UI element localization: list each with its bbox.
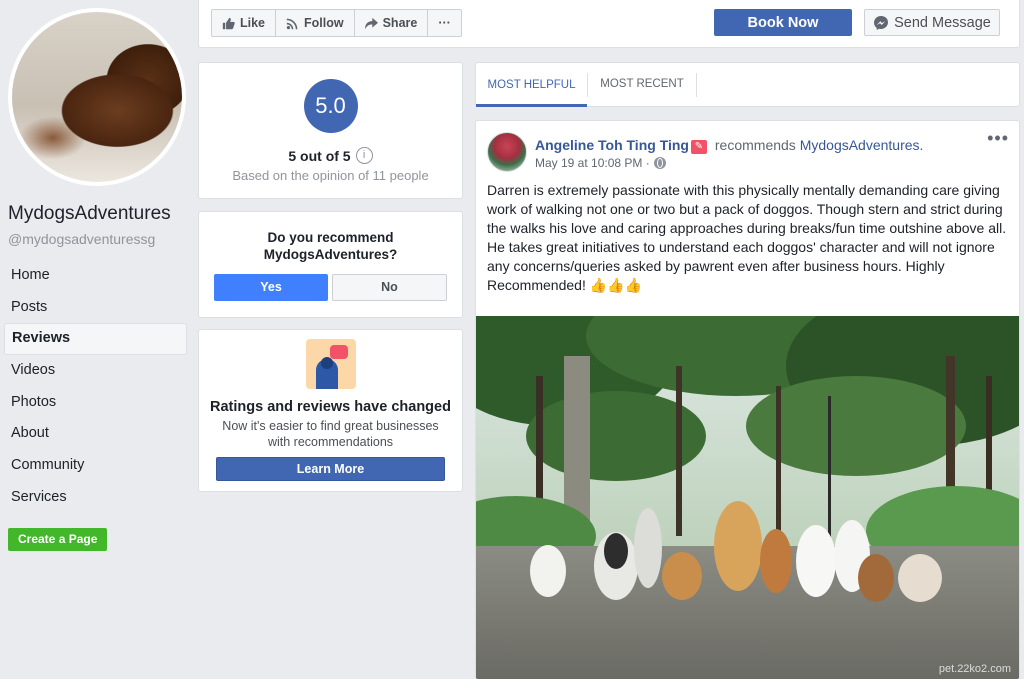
post-timestamp[interactable]: May 19 at 10:08 PM · bbox=[535, 156, 666, 170]
page-name[interactable]: MydogsAdventures bbox=[8, 203, 171, 225]
author-avatar[interactable] bbox=[487, 132, 527, 172]
post-verb: recommends bbox=[714, 137, 796, 153]
rating-summary-card: 5.0 5 out of 5 i Based on the opinion of… bbox=[198, 62, 463, 199]
page-actions: Like Follow Share ··· bbox=[211, 9, 462, 37]
recommend-choices: Yes No bbox=[214, 274, 447, 301]
recommended-page-link[interactable]: MydogsAdventures. bbox=[800, 137, 924, 153]
share-label: Share bbox=[382, 16, 418, 30]
post-options-icon[interactable]: ••• bbox=[987, 129, 1009, 147]
sidebar-item-about[interactable]: About bbox=[4, 418, 187, 450]
share-arrow-icon bbox=[364, 17, 378, 29]
review-post: Angeline Toh Ting Ting ✎ recommends Mydog… bbox=[475, 120, 1020, 679]
profile-picture[interactable] bbox=[8, 8, 186, 186]
yes-button[interactable]: Yes bbox=[214, 274, 328, 301]
ratings-changed-card: Ratings and reviews have changed Now it'… bbox=[198, 329, 463, 492]
more-options-button[interactable]: ··· bbox=[428, 10, 461, 36]
tab-most-recent[interactable]: MOST RECENT bbox=[588, 63, 696, 107]
rss-follow-icon bbox=[286, 18, 298, 29]
recommend-question: Do you recommend MydogsAdventures? bbox=[263, 230, 398, 262]
sidebar-item-home[interactable]: Home bbox=[4, 260, 187, 292]
page-action-bar: Like Follow Share ··· Book Now Send Mess… bbox=[198, 0, 1020, 48]
post-header: Angeline Toh Ting Ting ✎ recommends Mydog… bbox=[535, 137, 923, 154]
follow-button[interactable]: Follow bbox=[276, 10, 355, 36]
messenger-icon bbox=[874, 15, 889, 30]
book-now-button[interactable]: Book Now bbox=[714, 9, 852, 36]
send-message-label: Send Message bbox=[894, 14, 991, 31]
send-message-button[interactable]: Send Message bbox=[864, 9, 1000, 36]
sidebar-item-community[interactable]: Community bbox=[4, 450, 187, 482]
rating-out-of: 5 out of 5 i bbox=[199, 147, 462, 164]
author-name-link[interactable]: Angeline Toh Ting Ting bbox=[535, 137, 689, 153]
recommendation-badge-icon: ✎ bbox=[691, 140, 707, 154]
recommend-card: Do you recommend MydogsAdventures? Yes N… bbox=[198, 211, 463, 318]
like-button[interactable]: Like bbox=[212, 10, 277, 36]
share-button[interactable]: Share bbox=[355, 10, 429, 36]
globe-icon bbox=[653, 157, 666, 169]
rating-out-of-label: 5 out of 5 bbox=[288, 147, 351, 164]
sidebar-item-posts[interactable]: Posts bbox=[4, 292, 187, 324]
more-dots-icon: ··· bbox=[438, 16, 451, 30]
review-sort-tabs: MOST HELPFUL MOST RECENT bbox=[475, 62, 1020, 107]
sidebar-nav: Home Posts Reviews Videos Photos About C… bbox=[4, 260, 187, 514]
reviews-illustration-icon bbox=[305, 339, 356, 389]
rating-score-badge: 5.0 bbox=[303, 79, 358, 133]
sidebar-item-services[interactable]: Services bbox=[4, 482, 187, 514]
info-icon[interactable]: i bbox=[355, 147, 373, 164]
follow-label: Follow bbox=[304, 16, 344, 30]
sidebar-item-photos[interactable]: Photos bbox=[4, 387, 187, 419]
sidebar-item-videos[interactable]: Videos bbox=[4, 355, 187, 387]
tab-most-helpful[interactable]: MOST HELPFUL bbox=[476, 63, 587, 107]
review-photo[interactable] bbox=[476, 316, 1020, 679]
sidebar-item-reviews[interactable]: Reviews bbox=[4, 323, 187, 356]
rating-basis: Based on the opinion of 11 people bbox=[232, 168, 429, 183]
like-label: Like bbox=[240, 16, 266, 30]
page-handle[interactable]: @mydogsadventuressg bbox=[8, 231, 155, 247]
no-button[interactable]: No bbox=[332, 274, 447, 301]
create-page-button[interactable]: Create a Page bbox=[8, 528, 108, 551]
ratings-changed-subtitle: Now it's easier to find great businesses… bbox=[222, 419, 439, 449]
post-time-text: May 19 at 10:08 PM · bbox=[535, 156, 650, 170]
learn-more-button[interactable]: Learn More bbox=[216, 457, 445, 481]
ratings-changed-title: Ratings and reviews have changed bbox=[210, 399, 451, 415]
review-text: Darren is extremely passionate with this… bbox=[487, 182, 1007, 293]
photo-watermark: pet.22ko2.com bbox=[938, 663, 1011, 675]
thumbs-up-icon bbox=[222, 17, 235, 29]
